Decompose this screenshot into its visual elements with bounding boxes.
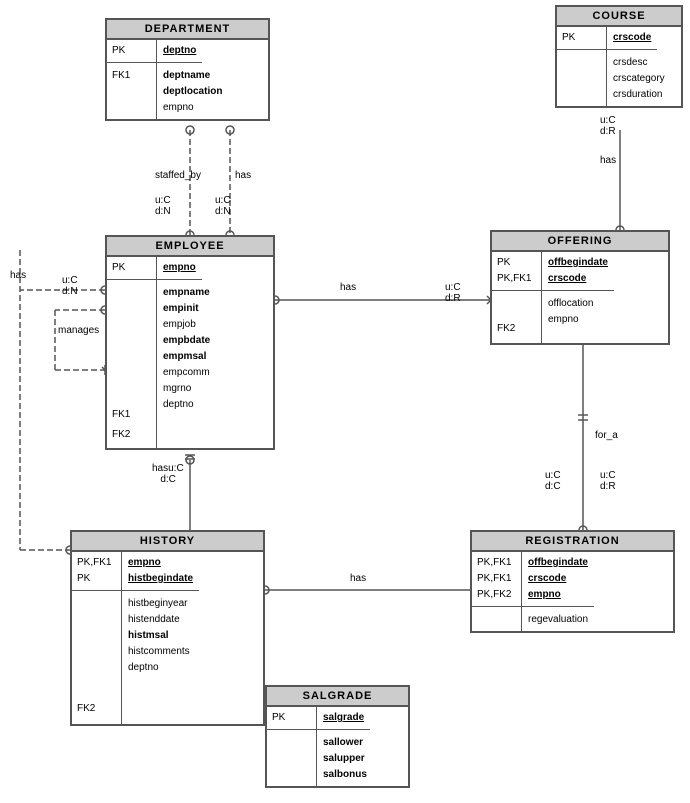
offering-pk-keys: PK PK,FK1: [492, 252, 542, 291]
registration-attrs: regevaluation: [522, 607, 594, 631]
offering-fk-keys: . FK2: [492, 291, 542, 343]
has-hist-reg-label: has: [350, 573, 366, 584]
offering-pk-attrs: offbegindate crscode: [542, 252, 614, 291]
history-pk-attrs: empno histbegindate: [122, 552, 199, 591]
department-title: DEPARTMENT: [107, 20, 268, 40]
salgrade-entity: SALGRADE PK salgrade sallower salupper s…: [265, 685, 410, 788]
history-title: HISTORY: [72, 532, 263, 552]
ucd-emp-hist: hasu:C d:C: [152, 463, 184, 485]
course-title: COURSE: [557, 7, 681, 27]
course-entity: COURSE PK crscode crsdesc crscategory cr…: [555, 5, 683, 108]
history-fk-keys: . . . . FK2: [72, 591, 122, 724]
employee-title: EMPLOYEE: [107, 237, 273, 257]
registration-fk-keys: [472, 607, 522, 631]
staffed-by-label: staffed_by: [155, 170, 201, 181]
salgrade-attrs: sallower salupper salbonus: [317, 730, 373, 786]
offering-entity: OFFERING PK PK,FK1 offbegindate crscode …: [490, 230, 670, 345]
department-fk-attrs: deptname deptlocation empno: [157, 63, 228, 119]
employee-attrs: empname empinit empjob empbdate empmsal …: [157, 280, 216, 448]
course-attrs: crsdesc crscategory crsduration: [607, 50, 671, 106]
has-course-off-label: has: [600, 155, 616, 166]
employee-entity: EMPLOYEE PK empno . . . . . . FK1 FK2 em…: [105, 235, 275, 450]
offering-title: OFFERING: [492, 232, 668, 252]
has-left-label: has: [10, 270, 26, 281]
registration-title: REGISTRATION: [472, 532, 673, 552]
ucd-has-left: u:Cd:N: [62, 275, 78, 297]
salgrade-title: SALGRADE: [267, 687, 408, 707]
employee-pk-attrs: empno: [157, 257, 202, 280]
department-pk-attrs: deptno: [157, 40, 202, 63]
salgrade-pk-attrs: salgrade: [317, 707, 370, 730]
ucd-has-dept: u:Cd:N: [215, 195, 231, 217]
history-attrs: histbeginyear histenddate histmsal histc…: [122, 591, 196, 724]
diagram-container: staffed_by has manages has has has for_a…: [0, 0, 690, 803]
registration-entity: REGISTRATION PK,FK1 PK,FK1 PK,FK2 offbeg…: [470, 530, 675, 633]
registration-pk-attrs: offbegindate crscode empno: [522, 552, 594, 607]
course-pk-attrs: crscode: [607, 27, 657, 50]
course-pk-keys: PK: [557, 27, 607, 50]
ucd-course-off: u:Cd:R: [600, 115, 616, 137]
ucd-off-reg1: u:Cd:C: [545, 470, 561, 492]
ucd-off-reg2: u:Cd:R: [600, 470, 616, 492]
offering-attrs: offlocation empno: [542, 291, 599, 343]
ucd-staffed-by: u:Cd:N: [155, 195, 171, 217]
history-entity: HISTORY PK,FK1 PK empno histbegindate . …: [70, 530, 265, 726]
registration-pk-keys: PK,FK1 PK,FK1 PK,FK2: [472, 552, 522, 607]
has-dept-emp-label: has: [235, 170, 251, 181]
employee-pk-keys: PK: [107, 257, 157, 280]
ucd-emp-off1: u:Cd:R: [445, 282, 461, 304]
for-a-label: for_a: [595, 430, 618, 441]
department-pk-keys: PK: [107, 40, 157, 63]
salgrade-pk-keys: PK: [267, 707, 317, 730]
manages-label: manages: [58, 325, 99, 336]
department-entity: DEPARTMENT PK deptno FK1 deptname deptlo…: [105, 18, 270, 121]
department-fk-keys: FK1: [107, 63, 157, 119]
course-fk-keys: [557, 50, 607, 106]
employee-fk-keys: . . . . . . FK1 FK2: [107, 280, 157, 448]
has-emp-off-label: has: [340, 282, 356, 293]
salgrade-fk-keys: [267, 730, 317, 786]
history-pk-keys: PK,FK1 PK: [72, 552, 122, 591]
